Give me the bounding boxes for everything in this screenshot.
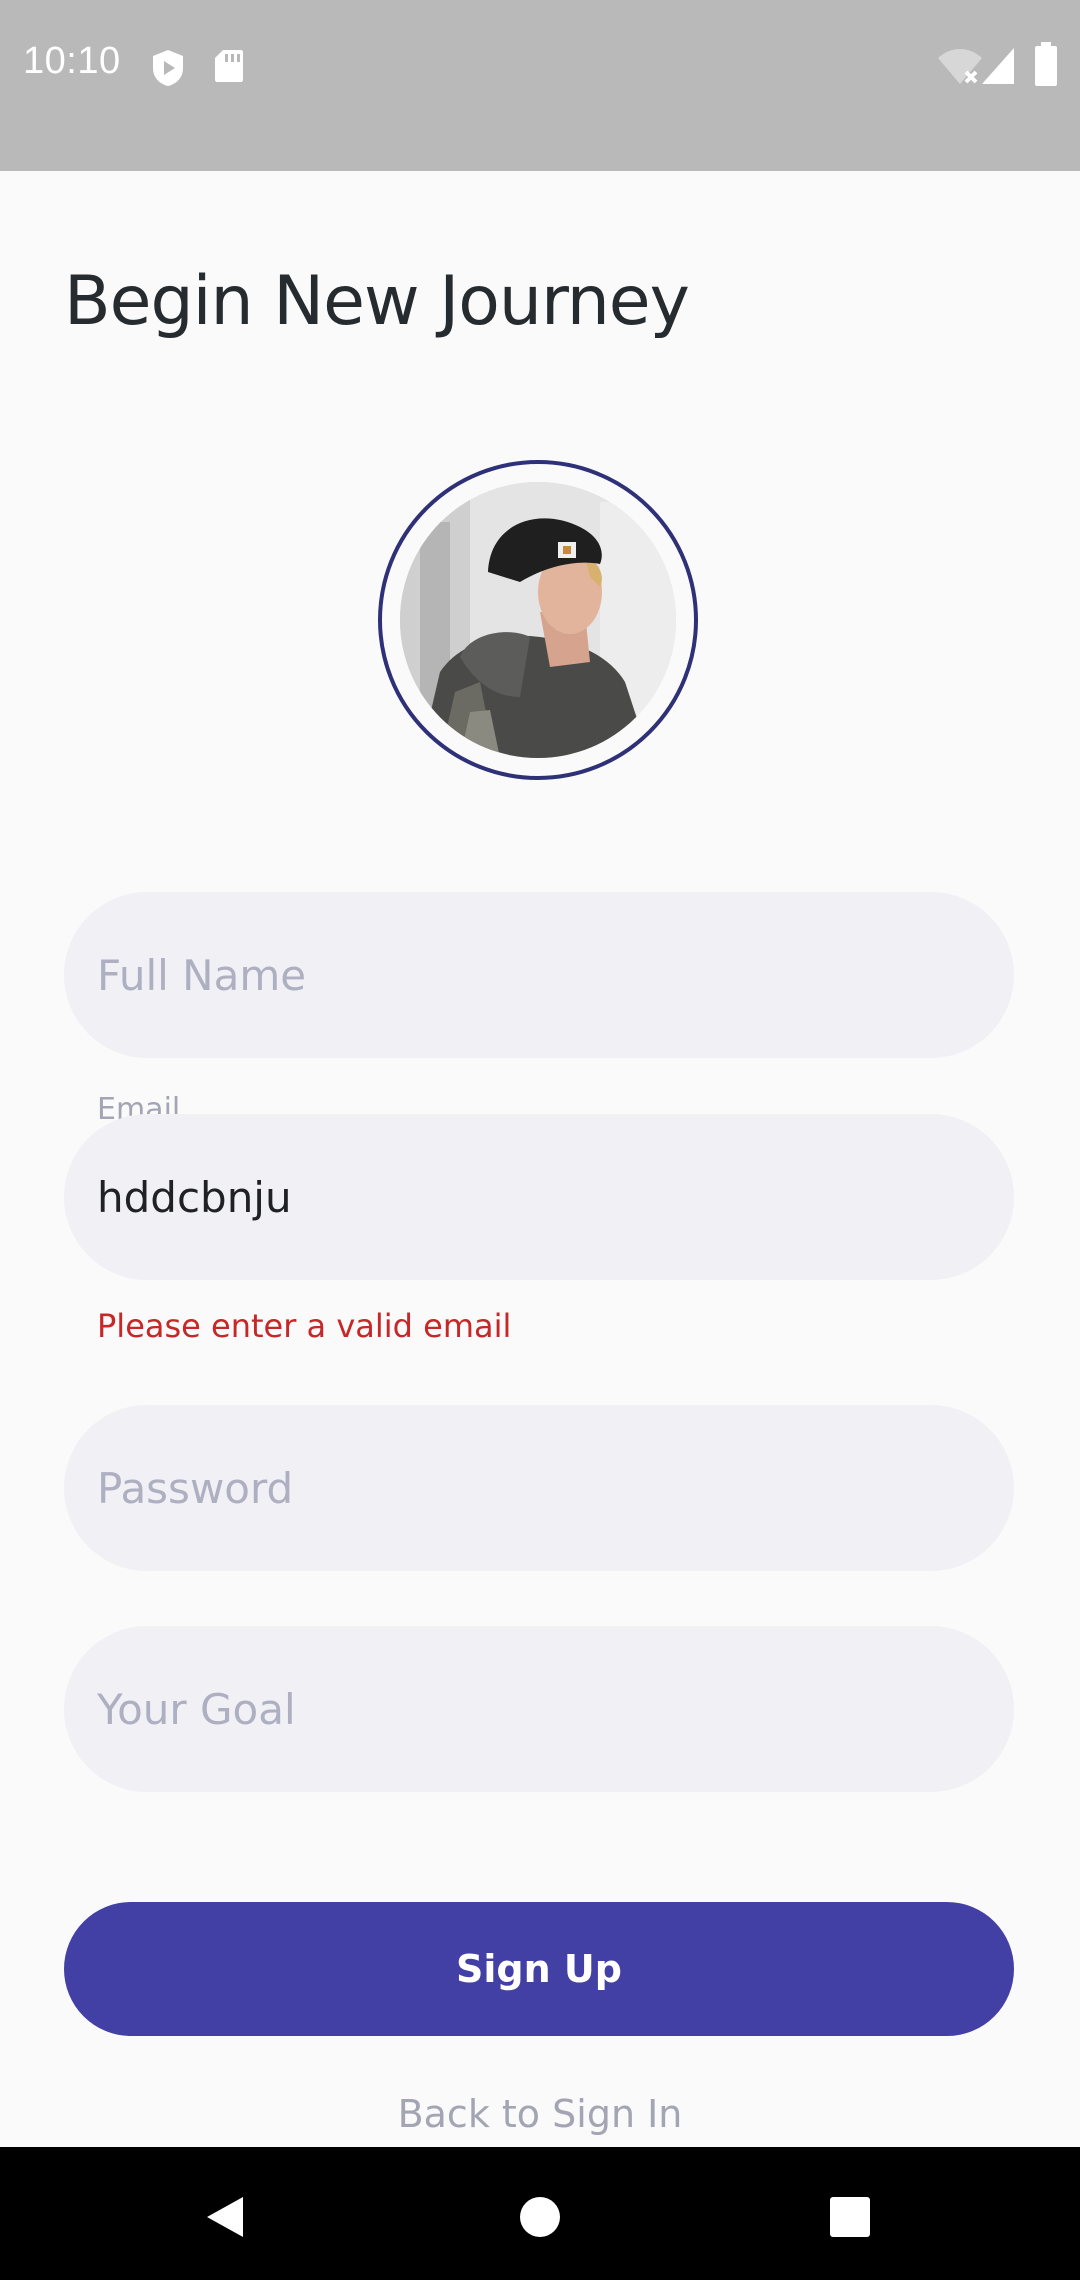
sd-card-icon [214, 48, 244, 89]
avatar[interactable] [400, 482, 676, 758]
email-field[interactable]: hddcbnju [64, 1114, 1014, 1280]
navigation-bar [0, 2147, 1080, 2280]
shield-play-icon [150, 48, 186, 93]
password-field[interactable]: Password [64, 1405, 1014, 1571]
recents-icon[interactable] [800, 2167, 900, 2267]
battery-icon [1034, 42, 1058, 91]
email-value: hddcbnju [97, 1172, 292, 1222]
home-icon[interactable] [490, 2167, 590, 2267]
signup-button[interactable]: Sign Up [64, 1902, 1014, 2036]
email-error: Please enter a valid email [97, 1307, 512, 1345]
back-to-sign-in-link[interactable]: Back to Sign In [0, 2092, 1080, 2136]
full-name-field[interactable]: Full Name [64, 892, 1014, 1058]
password-placeholder: Password [97, 1463, 294, 1513]
goal-field[interactable]: Your Goal [64, 1626, 1014, 1792]
back-icon[interactable] [175, 2167, 275, 2267]
full-name-placeholder: Full Name [97, 950, 307, 1000]
goal-placeholder: Your Goal [97, 1684, 296, 1734]
wifi-off-icon [936, 46, 984, 91]
status-bar: 10:10 [0, 0, 1080, 171]
profile-photo [400, 482, 676, 758]
status-time: 10:10 [23, 40, 121, 82]
signal-icon [980, 46, 1016, 91]
page-title: Begin New Journey [64, 262, 690, 341]
